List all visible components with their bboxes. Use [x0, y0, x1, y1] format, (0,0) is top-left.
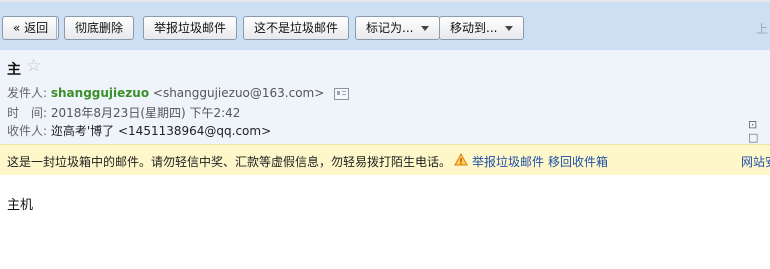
time-value: 2018年8月23日(星期四) 下午2:42 — [50, 106, 241, 120]
mark-as-dropdown[interactable]: 标记为... — [355, 16, 441, 40]
contact-card-icon[interactable] — [334, 87, 350, 100]
site-security-link[interactable]: 网站安 — [741, 153, 770, 170]
toolbar-separator — [56, 16, 57, 40]
sender-label: 发件人: — [7, 86, 48, 100]
chevron-down-icon — [505, 26, 514, 31]
move-to-dropdown[interactable]: 移动到... — [439, 16, 525, 40]
mail-subject: 主 — [7, 62, 21, 78]
spam-warning-text: 这是一封垃圾箱中的邮件。请勿轻信中奖、汇款等虚假信息，勿轻易拨打陌生电话。 — [7, 155, 452, 169]
report-spam-link[interactable]: 举报垃圾邮件 — [472, 153, 544, 170]
mark-as-label: 标记为... — [366, 21, 414, 35]
spam-warning-bar: 这是一封垃圾箱中的邮件。请勿轻信中奖、汇款等虚假信息，勿轻易拨打陌生电话。 举报… — [0, 144, 770, 175]
star-icon[interactable]: ☆ — [26, 56, 41, 76]
window-toggle-icon[interactable]: ⊡ □ — [748, 118, 770, 144]
recipient-label: 收件人: — [7, 124, 48, 138]
sender-name[interactable]: shanggujiezuo — [51, 86, 149, 100]
chevron-down-icon — [421, 26, 430, 31]
report-spam-button[interactable]: 举报垃圾邮件 — [143, 16, 238, 40]
delete-forever-button[interactable]: 彻底删除 — [64, 16, 135, 40]
report-flag-icon — [454, 153, 468, 166]
time-row: 时 间: 2018年8月23日(星期四) 下午2:42 — [7, 104, 240, 121]
sender-row: 发件人: shanggujiezuo <shanggujiezuo@163.co… — [7, 84, 350, 101]
not-spam-button[interactable]: 这不是垃圾邮件 — [243, 16, 350, 40]
move-to-inbox-link[interactable]: 移回收件箱 — [548, 153, 608, 170]
recipient-row: 收件人: 迩高考'博了 <1451138964@qq.com> — [7, 122, 271, 139]
pager-prev[interactable]: 上 — [756, 20, 768, 37]
toolbar: « 返回 彻底删除 举报垃圾邮件 这不是垃圾邮件 标记为... 移动到... 上 — [0, 2, 770, 50]
recipient-value: 迩高考'博了 <1451138964@qq.com> — [50, 124, 272, 138]
mail-body: 主机 — [7, 198, 34, 213]
back-button[interactable]: « 返回 — [2, 16, 60, 40]
time-label: 时 间: — [7, 106, 48, 120]
move-to-label: 移动到... — [450, 21, 498, 35]
sender-address: <shanggujiezuo@163.com> — [152, 86, 325, 100]
